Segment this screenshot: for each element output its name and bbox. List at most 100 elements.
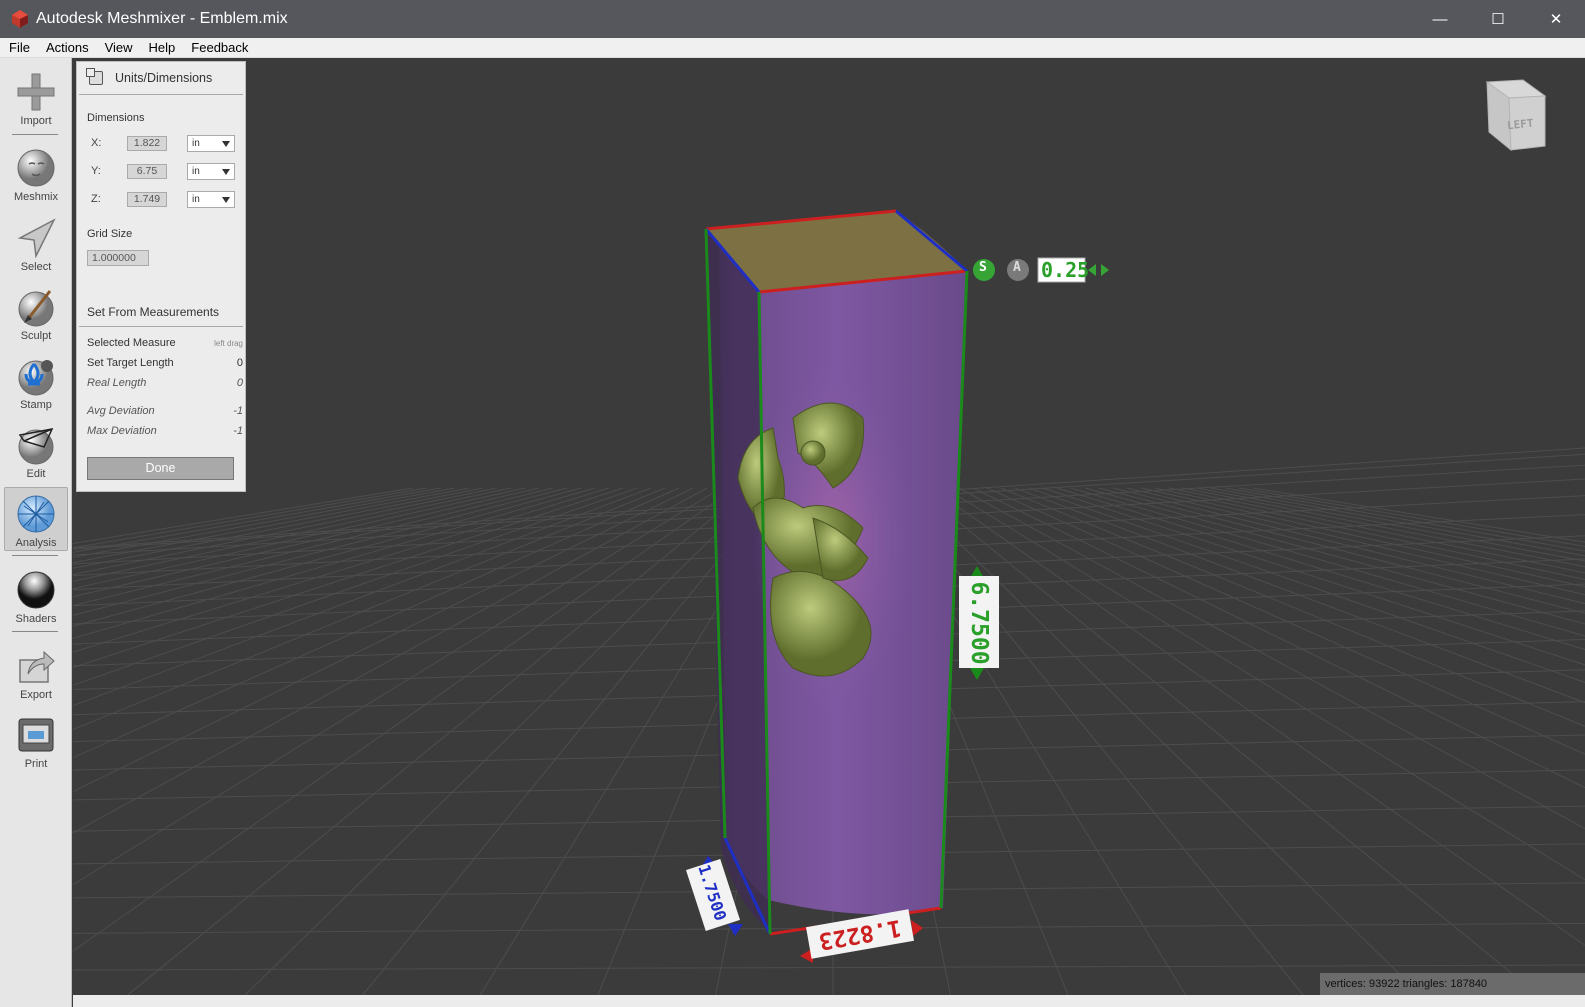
plus-icon <box>17 73 55 111</box>
tool-label: Meshmix <box>13 191 58 203</box>
grid-line <box>986 487 1585 755</box>
tool-select[interactable]: Select <box>4 212 68 276</box>
view-cube[interactable] <box>1485 79 1547 152</box>
tool-stamp[interactable]: Stamp <box>4 350 68 414</box>
3d-viewport[interactable]: S A 0.25 LEFT 6.7500 1.8223 1.7500 <box>73 58 1585 1007</box>
printer-icon <box>18 718 54 752</box>
section-divider <box>79 326 243 327</box>
panel-title: Units/Dimensions <box>115 71 213 85</box>
axis-label: Z: <box>91 193 101 205</box>
grid-line <box>902 487 1434 1007</box>
panel-tool-icon <box>86 68 103 85</box>
toolbar-divider <box>12 134 58 135</box>
menu-actions[interactable]: Actions <box>37 40 96 55</box>
tool-export[interactable]: Export <box>4 640 68 704</box>
grid-line <box>73 487 414 544</box>
dimension-row-x: X: 1.822 in <box>91 134 235 152</box>
grid-line <box>73 487 596 639</box>
minimize-button[interactable]: — <box>1411 0 1469 38</box>
dimension-z-value[interactable]: 1.749 <box>127 191 167 207</box>
minimize-icon: — <box>1432 10 1448 28</box>
snap-s-toggle[interactable]: S <box>979 260 987 275</box>
tool-label: Sculpt <box>20 330 52 342</box>
dimensions-heading: Dimensions <box>87 112 145 124</box>
real-length-label: Real Length <box>87 377 147 389</box>
arrow-cursor-icon <box>17 218 56 259</box>
brush-icon <box>18 290 54 327</box>
dimension-y-value[interactable]: 6.75 <box>127 163 167 179</box>
grid-line <box>1182 487 1585 568</box>
menu-feedback[interactable]: Feedback <box>182 40 255 55</box>
grid-size-input[interactable]: 1.000000 <box>87 250 149 266</box>
grid-line <box>73 487 624 669</box>
wireframe-sphere-icon <box>18 427 54 465</box>
snap-a-toggle[interactable]: A <box>1013 260 1021 275</box>
grid-line <box>1000 487 1585 727</box>
chrome-sphere-icon <box>17 571 55 609</box>
max-deviation-row: Max Deviation -1 <box>87 425 243 441</box>
avg-deviation-row: Avg Deviation -1 <box>87 405 243 421</box>
grid-line <box>1238 487 1585 547</box>
menu-file[interactable]: File <box>0 40 37 55</box>
selected-measure-label: Selected Measure <box>87 337 176 349</box>
dimension-x-value[interactable]: 1.822 <box>127 135 167 151</box>
grid-line <box>73 487 498 576</box>
tool-sculpt[interactable]: Sculpt <box>4 281 68 345</box>
set-target-length-value[interactable]: 0 <box>223 357 243 373</box>
tool-label: Print <box>24 758 48 770</box>
grid-line <box>1084 487 1585 625</box>
set-target-length-row: Set Target Length 0 <box>87 357 243 373</box>
unit-select-y[interactable]: in <box>187 162 235 180</box>
status-bar: vertices: 93922 triangles: 187840 <box>1320 973 1585 995</box>
tool-label: Stamp <box>20 399 52 411</box>
units-dimensions-panel: Units/Dimensions Dimensions X: 1.822 in … <box>76 61 246 492</box>
grid-line <box>73 964 1585 971</box>
done-button[interactable]: Done <box>87 457 234 480</box>
set-target-length-label: Set Target Length <box>87 357 174 369</box>
grid-line <box>73 487 526 590</box>
tool-shaders[interactable]: Shaders <box>4 564 68 628</box>
title-bar: Autodesk Meshmixer - Emblem.mix — ☐ ✕ <box>0 0 1585 38</box>
tool-sidebar: Import Meshmix Select Sculpt Stamp Edit … <box>0 58 72 1007</box>
snap-step-value[interactable]: 0.25 <box>1041 258 1089 282</box>
y-dimension-value: 6.7500 <box>966 581 992 665</box>
tool-label: Export <box>20 689 52 701</box>
close-button[interactable]: ✕ <box>1527 0 1585 38</box>
maximize-button[interactable]: ☐ <box>1469 0 1527 38</box>
export-arrow-icon <box>19 650 55 683</box>
menu-view[interactable]: View <box>96 40 140 55</box>
unit-select-x[interactable]: in <box>187 134 235 152</box>
toolbar-divider <box>12 555 58 556</box>
grid-line <box>1196 487 1585 562</box>
grid-line <box>73 487 610 653</box>
grid-size-heading: Grid Size <box>87 228 133 240</box>
grid-line <box>73 487 484 569</box>
grid-line <box>1070 487 1585 637</box>
grid-line <box>73 487 708 834</box>
tool-label: Import <box>20 115 52 127</box>
tool-label: Select <box>20 261 52 273</box>
max-deviation-label: Max Deviation <box>87 425 157 437</box>
selected-measure-hint: left drag <box>214 339 243 348</box>
mesh-sphere-icon <box>17 495 55 533</box>
axis-label: Y: <box>91 165 101 177</box>
tool-import[interactable]: Import <box>4 66 68 130</box>
menu-bar: File Actions View Help Feedback <box>0 38 1585 58</box>
panel-header: Units/Dimensions <box>79 62 243 95</box>
grid-line <box>73 487 666 731</box>
tool-analysis[interactable]: Analysis <box>4 487 68 551</box>
unit-select-z[interactable]: in <box>187 190 235 208</box>
menu-help[interactable]: Help <box>140 40 183 55</box>
maximize-icon: ☐ <box>1491 11 1505 28</box>
tool-label: Shaders <box>15 613 57 625</box>
tool-label: Edit <box>26 468 46 480</box>
y-dimension-tag[interactable]: 6.7500 <box>959 576 999 668</box>
avg-deviation-label: Avg Deviation <box>87 405 155 417</box>
bottom-edge <box>73 995 1585 1007</box>
tool-print[interactable]: Print <box>4 709 68 773</box>
scene <box>73 79 1585 1007</box>
real-length-value: 0 <box>236 377 243 389</box>
tool-edit[interactable]: Edit <box>4 419 68 483</box>
tool-meshmix[interactable]: Meshmix <box>4 142 68 206</box>
mesh-object <box>706 211 967 934</box>
